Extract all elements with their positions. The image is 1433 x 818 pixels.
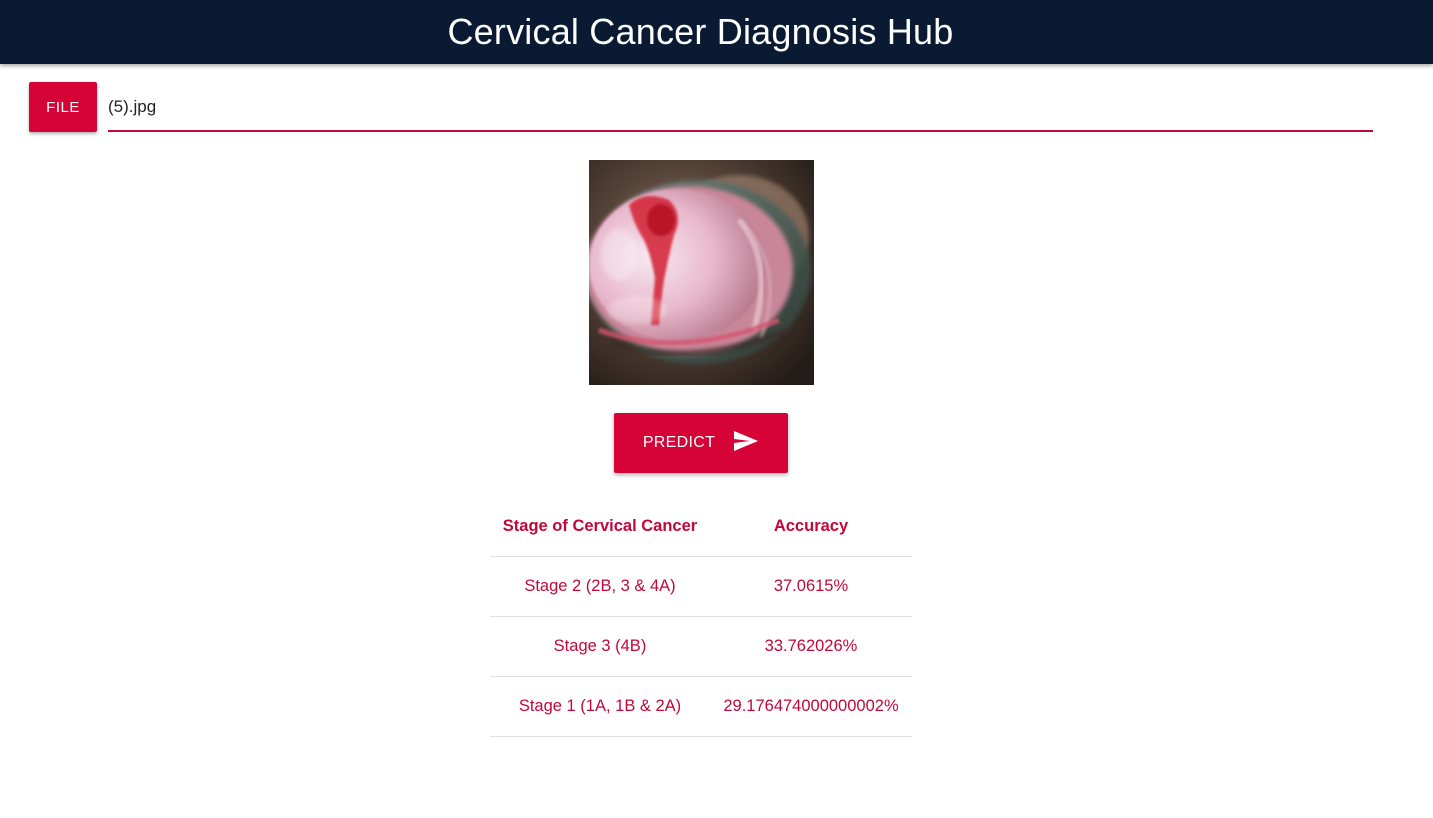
predict-button[interactable]: PREDICT <box>614 413 788 473</box>
stage-cell: Stage 2 (2B, 3 & 4A) <box>490 556 710 617</box>
send-icon <box>733 430 759 457</box>
predict-label: PREDICT <box>642 434 716 451</box>
stage-cell: Stage 1 (1A, 1B & 2A) <box>490 676 710 737</box>
file-path-input[interactable] <box>108 84 1373 132</box>
table-row: Stage 3 (4B) 33.762026% <box>490 616 912 677</box>
accuracy-column-header: Accuracy <box>710 496 912 557</box>
table-row: Stage 2 (2B, 3 & 4A) 37.0615% <box>490 556 912 617</box>
stage-cell: Stage 3 (4B) <box>490 616 710 677</box>
cervix-image <box>589 160 814 385</box>
stage-column-header: Stage of Cervical Cancer <box>490 496 710 557</box>
table-header-row: Stage of Cervical Cancer Accuracy <box>490 496 912 557</box>
file-button[interactable]: FILE <box>29 82 97 132</box>
accuracy-cell: 29.176474000000002% <box>710 676 912 737</box>
app-title: Cervical Cancer Diagnosis Hub <box>447 11 954 52</box>
app-header: Cervical Cancer Diagnosis Hub <box>0 0 1433 64</box>
results-table: Stage of Cervical Cancer Accuracy Stage … <box>490 496 912 737</box>
accuracy-cell: 37.0615% <box>710 556 912 617</box>
table-row: Stage 1 (1A, 1B & 2A) 29.176474000000002… <box>490 676 912 737</box>
uploaded-image-preview <box>589 160 814 385</box>
accuracy-cell: 33.762026% <box>710 616 912 677</box>
